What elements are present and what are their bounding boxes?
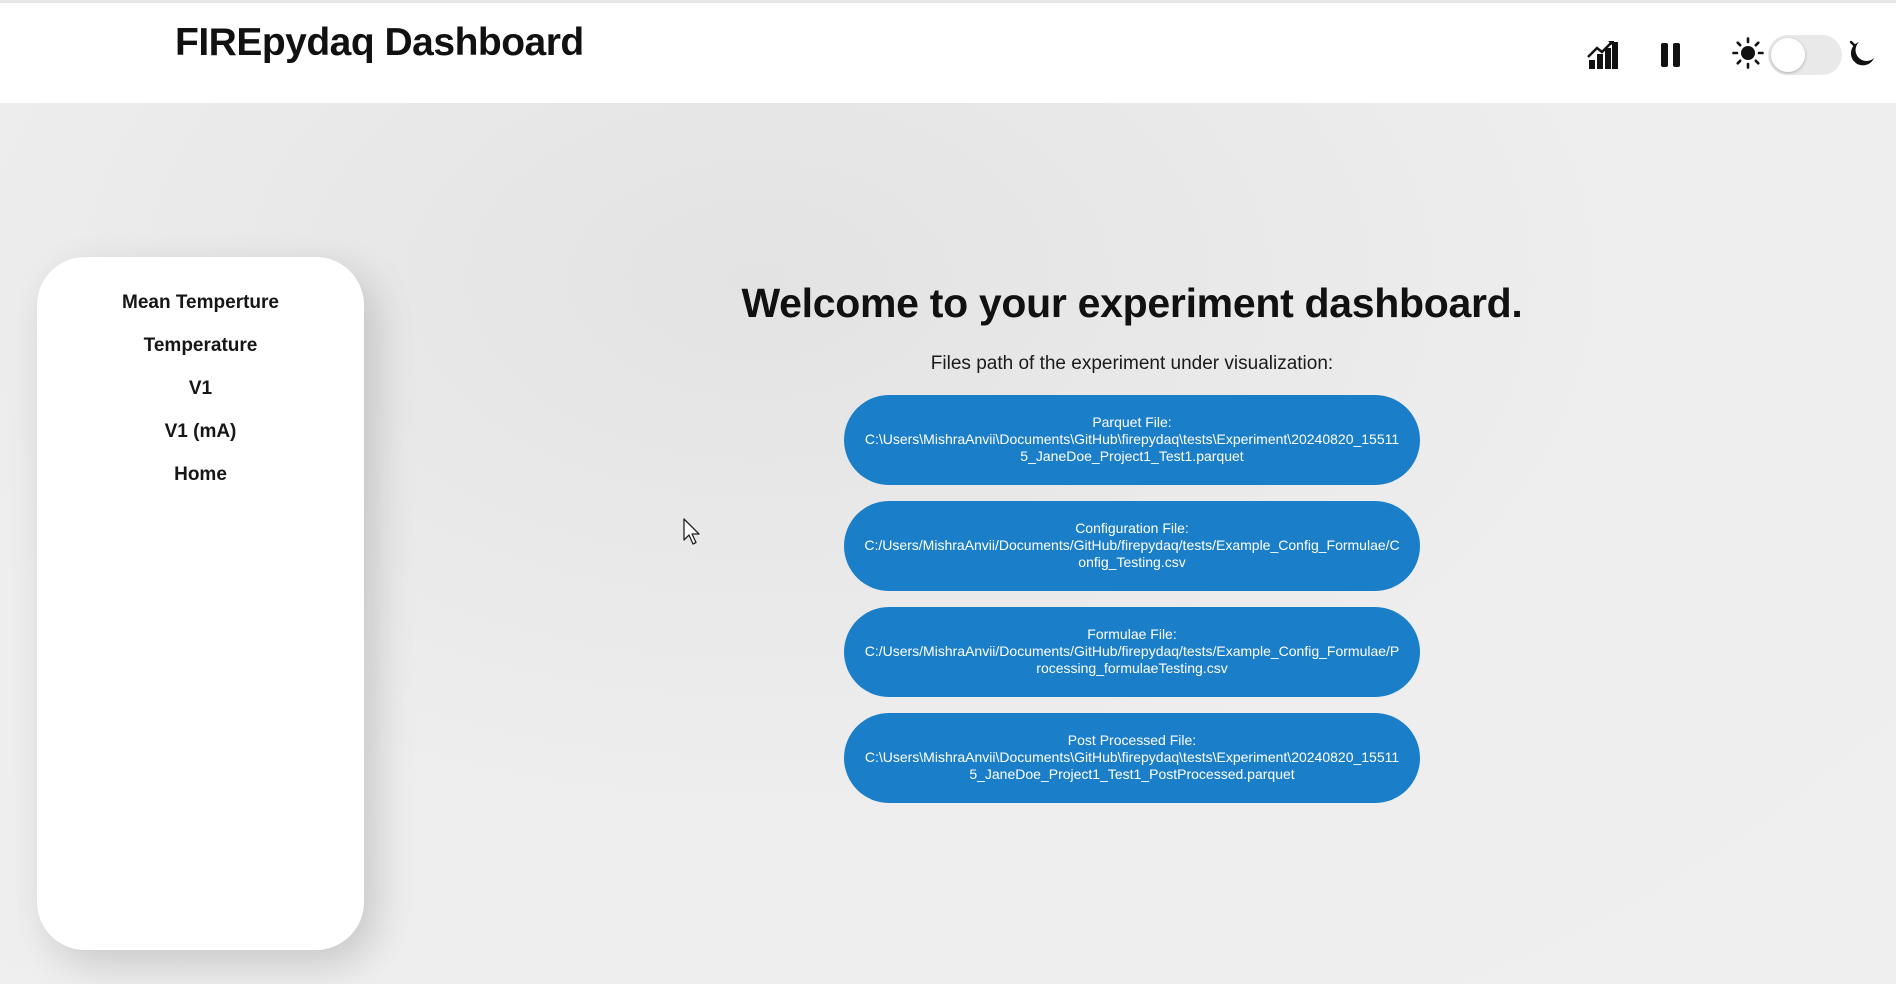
welcome-heading: Welcome to your experiment dashboard. [741, 280, 1523, 326]
theme-toggle [1732, 35, 1878, 75]
configuration-file-button[interactable]: Configuration File: C:/Users/MishraAnvii… [844, 501, 1420, 591]
file-label: Configuration File: [1075, 520, 1189, 536]
file-path: C:\Users\MishraAnvii\Documents\GitHub\fi… [864, 431, 1400, 464]
formulae-file-button[interactable]: Formulae File: C:/Users/MishraAnvii/Docu… [844, 607, 1420, 697]
files-subtitle: Files path of the experiment under visua… [930, 353, 1334, 374]
sidebar: Mean Temperture Temperature V1 V1 (mA) H… [37, 257, 364, 950]
file-path-list: Parquet File: C:\Users\MishraAnvii\Docum… [600, 395, 1664, 819]
theme-switch-knob [1771, 38, 1805, 72]
sidebar-item-v1[interactable]: V1 [37, 367, 364, 410]
parquet-file-button[interactable]: Parquet File: C:\Users\MishraAnvii\Docum… [844, 395, 1420, 485]
file-label: Formulae File: [1087, 626, 1177, 642]
theme-switch[interactable] [1768, 35, 1842, 75]
sidebar-item-v1-ma[interactable]: V1 (mA) [37, 410, 364, 453]
file-label: Parquet File: [1092, 414, 1172, 430]
graph-signal-icon[interactable] [1584, 36, 1622, 74]
mouse-pointer-icon [683, 518, 703, 551]
file-path: C:/Users/MishraAnvii/Documents/GitHub/fi… [864, 537, 1400, 570]
post-processed-file-button[interactable]: Post Processed File: C:\Users\MishraAnvi… [844, 713, 1420, 803]
welcome-section: Welcome to your experiment dashboard. Fi… [600, 270, 1664, 819]
top-bar: FIREpydaq Dashboard [0, 0, 1896, 103]
pause-icon[interactable] [1652, 36, 1690, 74]
app-title: FIREpydaq Dashboard [175, 21, 584, 64]
sun-icon [1732, 36, 1764, 74]
file-path: C:\Users\MishraAnvii\Documents\GitHub\fi… [864, 749, 1400, 782]
sidebar-item-home[interactable]: Home [37, 453, 364, 496]
sidebar-item-mean-temperature[interactable]: Mean Temperture [37, 281, 364, 324]
file-label: Post Processed File: [1067, 732, 1197, 748]
moon-icon [1846, 37, 1878, 74]
sidebar-item-temperature[interactable]: Temperature [37, 324, 364, 367]
header-actions [1584, 31, 1878, 79]
sidebar-nav: Mean Temperture Temperature V1 V1 (mA) H… [37, 281, 364, 496]
file-path: C:/Users/MishraAnvii/Documents/GitHub/fi… [864, 643, 1400, 676]
